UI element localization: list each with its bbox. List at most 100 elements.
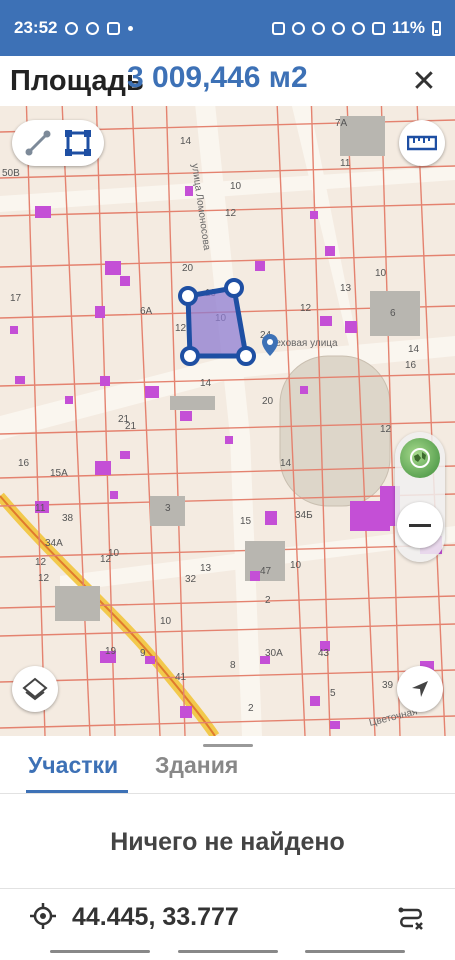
building-footprint[interactable] [180,411,192,421]
building-footprint[interactable] [120,451,130,459]
more-notifications-icon [128,25,134,31]
building-footprint[interactable] [100,376,110,386]
building-footprint[interactable] [250,571,260,581]
building-footprint[interactable] [255,261,265,271]
wifi-icon [331,21,345,35]
sheet-drag-handle[interactable] [203,744,253,747]
system-nav-bar [0,946,455,960]
building-footprint[interactable] [105,261,121,275]
area-value: 3 009,446 м2 [127,61,308,94]
vertex-handle[interactable] [224,278,244,298]
parcel-number-label: 39 [382,680,394,691]
parcel-number-label: 2 [248,703,254,714]
building-footprint[interactable] [185,186,193,196]
parcel-number-label: 11 [35,503,46,514]
parcel-number-label: 41 [175,672,187,683]
zoom-out-button[interactable] [397,502,443,548]
battery-percent: 11% [391,18,425,37]
minus-icon [409,523,431,527]
signal-icon [371,21,385,35]
close-icon: ✕ [411,64,437,98]
parcel-number-label: 13 [200,563,212,574]
measure-header: Площадь 3 009,446 м2 ✕ [0,56,455,106]
empty-results-message: Ничего не найдено [110,828,345,856]
parcel-number-label: 14 [200,378,212,389]
call-icon [351,21,365,35]
building-footprint[interactable] [325,246,335,256]
parcel-number-label: 34А [45,538,63,549]
parcel-number-label: 3 [165,503,171,514]
app-screen: 23:52 11% 50В 14 7А 11 10 12 10 13 6 17 … [0,0,455,960]
parcel-number-label: 13 [340,283,352,294]
battery-icon [432,20,441,36]
parcel-number-label: 38 [62,513,74,524]
status-bar: 23:52 11% [0,0,455,56]
nav-recents[interactable] [50,950,150,953]
my-location-button[interactable] [397,666,443,712]
parcel-number-label: 17 [10,293,22,304]
building-footprint[interactable] [110,491,118,499]
route-icon[interactable] [397,903,425,931]
tab-parcels[interactable]: Участки [28,752,118,779]
parcel-number-label: 12 [300,303,312,314]
line-mode-button[interactable] [19,124,57,162]
layers-button[interactable] [12,666,58,712]
building-footprint[interactable] [310,696,320,706]
vertex-handle[interactable] [178,286,198,306]
parcel-number-label: 10 [160,616,172,627]
parcel-number-label: 9 [140,648,146,659]
navigation-arrow-icon [412,681,428,697]
notification-icon [65,21,79,35]
building-footprint[interactable] [95,306,105,318]
status-time: 23:52 [14,18,58,37]
globe-button[interactable] [400,438,440,478]
parcel-number-label: 32 [185,574,197,585]
building-footprint[interactable] [95,461,111,475]
tab-buildings[interactable]: Здания [155,752,238,779]
parcel-number-label: 10 [230,181,242,192]
parcel-number-label: 34Б [295,510,313,521]
nav-home[interactable] [178,950,278,953]
building-footprint[interactable] [265,511,277,525]
building-footprint[interactable] [145,386,159,398]
parcel-number-label: 15А [50,468,68,479]
building-footprint[interactable] [15,376,25,384]
building-footprint[interactable] [65,396,73,404]
layers-icon [22,677,48,701]
parcel-number-label: 19 [105,646,117,657]
area-mode-button[interactable] [59,124,97,162]
globe-icon [410,448,430,468]
location-icon [311,21,325,35]
building-footprint[interactable] [330,721,340,729]
building-footprint[interactable] [145,656,155,664]
building-footprint[interactable] [225,436,233,444]
line-tool-icon [25,130,51,156]
measure-mode-toggle [12,120,104,166]
vertex-handle[interactable] [180,346,200,366]
parcel-number-label: 10 [375,268,387,279]
vertex-handle[interactable] [236,346,256,366]
parcel-number-label: 16 [18,458,30,469]
building-footprint[interactable] [35,206,51,218]
lock-icon [271,21,285,35]
parcel-number-label: 12 [175,323,187,334]
building-footprint[interactable] [345,321,357,333]
ruler-button[interactable] [399,120,445,166]
nav-back[interactable] [305,950,405,953]
parcel-number-label: 10 [290,560,302,571]
building-footprint[interactable] [180,706,192,718]
building-footprint[interactable] [320,316,332,326]
building-footprint[interactable] [300,386,308,394]
parcel-number-label: 21 [118,414,130,425]
building-footprint[interactable] [10,326,18,334]
parcel-number-label: 16 [405,360,417,371]
close-button[interactable]: ✕ [407,64,441,98]
coordinates-value[interactable]: 44.445, 33.777 [72,903,239,932]
parcel-number-label: 47 [260,566,272,577]
building-footprint[interactable] [120,276,130,286]
area-title: Площадь [10,64,144,97]
building-footprint[interactable] [310,211,318,219]
results-sheet: Участки Здания Ничего не найдено 44.445,… [0,736,455,960]
shield-icon [107,21,121,35]
parcel-number-label: 11 [340,158,351,169]
